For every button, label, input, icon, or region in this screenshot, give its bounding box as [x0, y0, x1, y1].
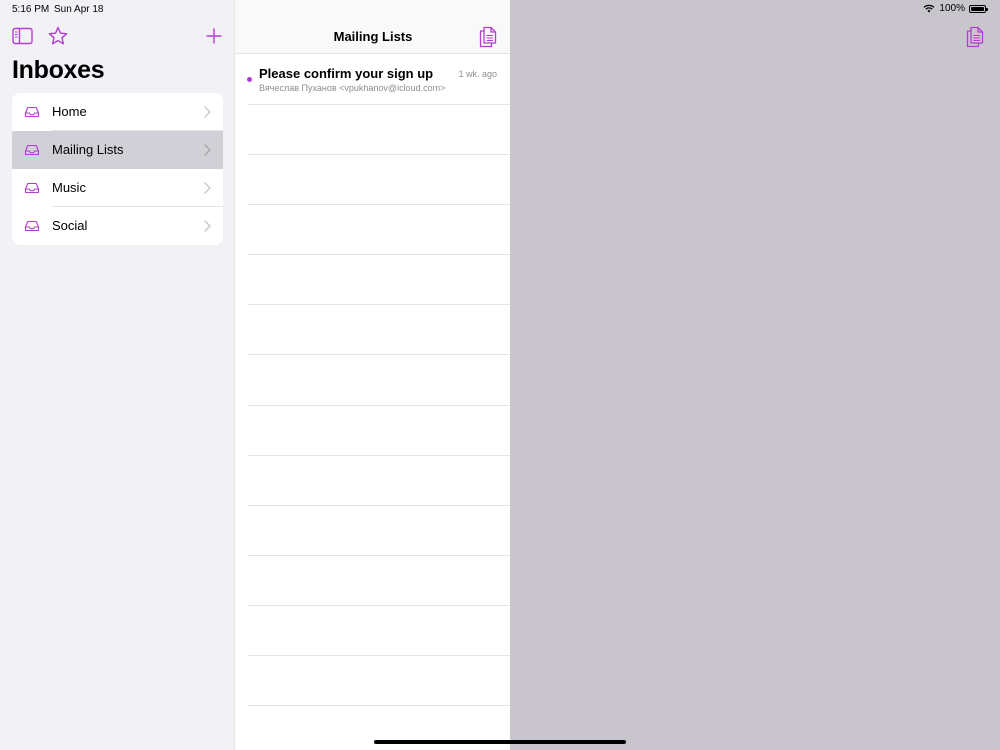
plus-icon [206, 28, 222, 44]
tray-icon [24, 182, 40, 194]
sidebar: Inboxes Home Mailing Lists Music Social [0, 0, 234, 750]
documents-icon [966, 26, 984, 48]
add-inbox-button[interactable] [204, 26, 224, 46]
status-time: 5:16 PM [12, 4, 50, 15]
inbox-item-music[interactable]: Music [12, 169, 223, 207]
status-date: Sun Apr 18 [54, 4, 104, 15]
chevron-right-icon [204, 106, 211, 118]
copy-button[interactable] [478, 26, 498, 48]
inbox-item-mailing-lists[interactable]: Mailing Lists [12, 131, 223, 169]
tray-icon [24, 144, 40, 156]
favorites-button[interactable] [47, 25, 69, 47]
battery-percent: 100% [939, 3, 965, 14]
message-row[interactable]: Please confirm your sign up 1 wk. ago Вя… [235, 54, 511, 104]
chevron-right-icon [204, 220, 211, 232]
inbox-item-social[interactable]: Social [12, 207, 223, 245]
sidebar-icon [12, 27, 33, 45]
home-indicator[interactable] [374, 740, 626, 744]
inbox-list: Home Mailing Lists Music Social [12, 93, 223, 245]
chevron-right-icon [204, 144, 211, 156]
sidebar-toggle-button[interactable] [12, 27, 34, 45]
page-title: Inboxes [12, 56, 105, 84]
detail-copy-button[interactable] [965, 26, 985, 48]
documents-icon [479, 26, 497, 48]
inbox-label: Home [52, 104, 87, 119]
status-bar: 5:16 PM Sun Apr 18 100% [0, 0, 1000, 18]
column-title: Mailing Lists [333, 29, 413, 44]
wifi-icon [923, 4, 935, 13]
message-list-column: Mailing Lists Please confirm your sign u… [234, 0, 511, 750]
chevron-right-icon [204, 182, 211, 194]
status-indicators: 100% [923, 3, 988, 14]
unread-indicator [247, 77, 252, 82]
battery-icon [969, 4, 988, 13]
message-subject: Please confirm your sign up [259, 66, 434, 81]
tray-icon [24, 106, 40, 118]
detail-pane [510, 0, 1000, 750]
tray-icon [24, 220, 40, 232]
inbox-item-home[interactable]: Home [12, 93, 223, 131]
star-icon [48, 26, 68, 45]
inbox-label: Mailing Lists [52, 142, 124, 157]
inbox-label: Social [52, 218, 88, 233]
message-time: 1 wk. ago [458, 69, 497, 79]
inbox-label: Music [52, 180, 86, 195]
message-sender: Вячеслав Пуханов <vpukhanov@icloud.com> [259, 83, 446, 93]
